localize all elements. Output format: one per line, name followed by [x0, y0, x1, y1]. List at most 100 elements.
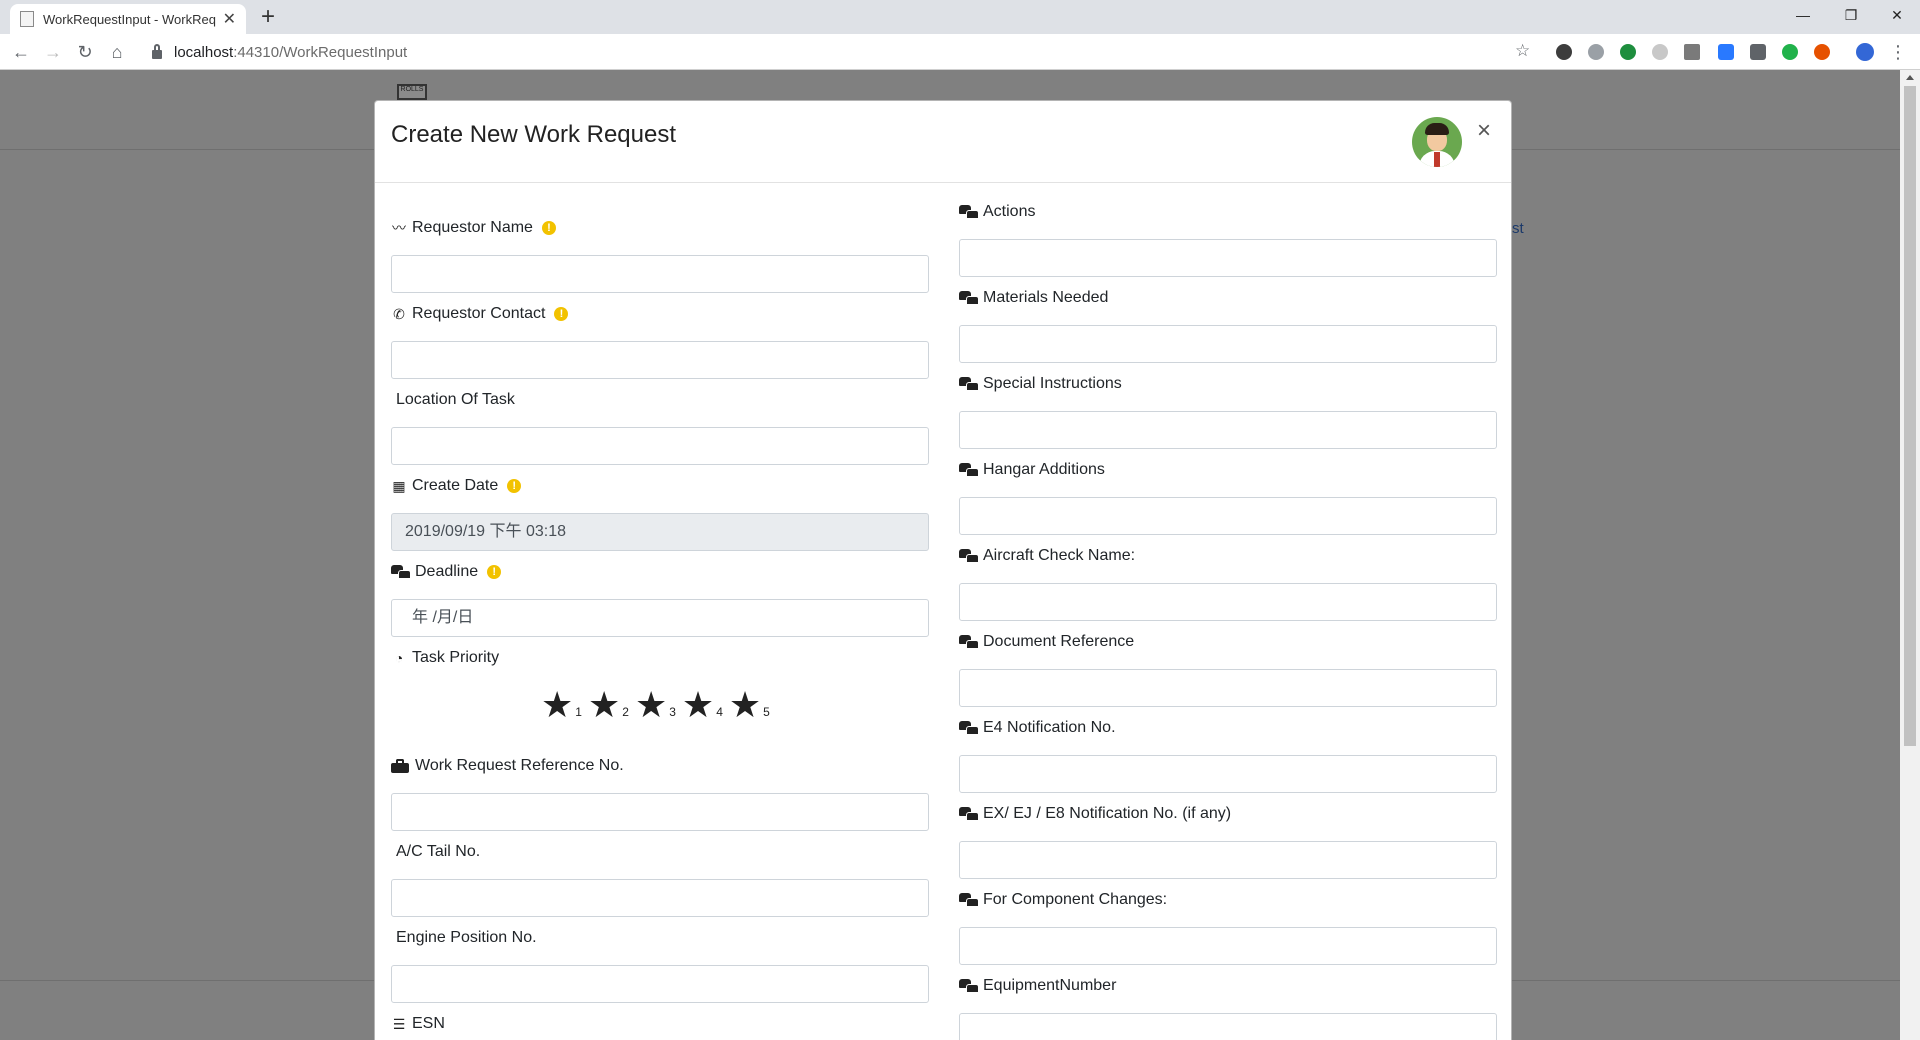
- page-link[interactable]: st: [1512, 220, 1524, 237]
- document-reference-input[interactable]: [959, 669, 1497, 707]
- extension-icon[interactable]: [1684, 44, 1700, 60]
- field-label: Materials Needed: [983, 289, 1109, 306]
- location-of-task-input[interactable]: [391, 427, 929, 465]
- page-favicon-icon: [20, 11, 34, 27]
- restore-button[interactable]: ❐: [1828, 0, 1874, 30]
- field-label: Actions: [983, 203, 1036, 220]
- ac-tail-no-input[interactable]: [391, 879, 929, 917]
- extension-icon[interactable]: [1620, 44, 1636, 60]
- field-label: A/C Tail No.: [396, 843, 481, 860]
- bookmark-star-icon[interactable]: ☆: [1515, 41, 1530, 61]
- engine-position-no-field: Engine Position No.: [391, 927, 929, 1003]
- cars-icon: [959, 549, 979, 563]
- materials-needed-input[interactable]: [959, 325, 1497, 363]
- create-date-input: 2019/09/19 下午 03:18: [391, 513, 929, 551]
- reload-icon[interactable]: ↻: [73, 40, 97, 64]
- aircraft-check-name-input[interactable]: [959, 583, 1497, 621]
- field-label: Work Request Reference No.: [415, 757, 624, 774]
- priority-star-3[interactable]: ★ 3: [635, 687, 676, 723]
- special-instructions-input[interactable]: [959, 411, 1497, 449]
- scrollbar-thumb[interactable]: [1904, 86, 1916, 746]
- ex-ej-e8-notification-field: EX/ EJ / E8 Notification No. (if any): [959, 803, 1497, 879]
- field-label: Hangar Additions: [983, 461, 1105, 478]
- ex-ej-e8-notification-input[interactable]: [959, 841, 1497, 879]
- e4-notification-input[interactable]: [959, 755, 1497, 793]
- field-label: Create Date: [412, 477, 499, 494]
- hangar-additions-input[interactable]: [959, 497, 1497, 535]
- cars-icon: [959, 721, 979, 735]
- minimize-button[interactable]: —: [1780, 0, 1826, 30]
- field-label: Requestor Contact: [412, 305, 546, 322]
- home-icon[interactable]: ⌂: [105, 40, 129, 64]
- extension-icon[interactable]: [1556, 44, 1572, 60]
- field-label: EX/ EJ / E8 Notification No. (if any): [983, 805, 1232, 822]
- lock-icon: [152, 43, 162, 59]
- tab-close-icon[interactable]: ✕: [223, 9, 236, 29]
- address-bar[interactable]: localhost:44310/WorkRequestInput: [142, 39, 1527, 65]
- aircraft-check-name-field: Aircraft Check Name:: [959, 545, 1497, 621]
- priority-star-2[interactable]: ★ 2: [588, 687, 629, 723]
- hangar-additions-field: Hangar Additions: [959, 459, 1497, 535]
- ac-tail-no-field: A/C Tail No.: [391, 841, 929, 917]
- actions-input[interactable]: [959, 239, 1497, 277]
- engine-position-no-input[interactable]: [391, 965, 929, 1003]
- forward-arrow-icon[interactable]: →: [41, 40, 65, 64]
- cars-icon: [959, 205, 979, 219]
- phone-icon: ✆: [393, 306, 405, 322]
- star-icon: ★: [728, 684, 762, 725]
- browser-tab[interactable]: WorkRequestInput - WorkReq ✕: [10, 4, 246, 34]
- extension-icon[interactable]: [1718, 44, 1734, 60]
- field-label: Engine Position No.: [396, 929, 537, 946]
- extension-icon[interactable]: [1588, 44, 1604, 60]
- cars-icon: [959, 377, 979, 391]
- esn-field: ☰ ESN: [391, 1013, 929, 1035]
- priority-star-4[interactable]: ★ 4: [682, 687, 723, 723]
- url-host: localhost: [174, 43, 234, 61]
- field-label: EquipmentNumber: [983, 977, 1117, 994]
- cars-icon: [959, 893, 979, 907]
- gauge-icon: ◔: [394, 650, 404, 666]
- menu-dots-icon[interactable]: ⋮: [1886, 40, 1910, 64]
- priority-star-rating: ★ 1 ★ 2 ★ 3 ★ 4 ★ 5: [541, 683, 781, 723]
- info-icon: !: [554, 307, 569, 321]
- extension-icon[interactable]: [1782, 44, 1798, 60]
- extension-icon[interactable]: [1814, 44, 1830, 60]
- new-tab-button[interactable]: +: [254, 5, 282, 31]
- requestor-contact-input[interactable]: [391, 341, 929, 379]
- page-scrollbar[interactable]: [1900, 70, 1920, 1040]
- equipment-number-input[interactable]: [959, 1013, 1497, 1040]
- priority-star-1[interactable]: ★ 1: [541, 687, 582, 723]
- cars-icon: [959, 635, 979, 649]
- modal-title: Create New Work Request: [391, 121, 676, 148]
- field-label: Document Reference: [983, 633, 1135, 650]
- field-label: Location Of Task: [396, 391, 515, 408]
- create-work-request-modal: Create New Work Request × 〰 Requestor Na…: [374, 100, 1512, 1040]
- actions-field: Actions: [959, 201, 1497, 277]
- work-request-reference-input[interactable]: [391, 793, 929, 831]
- field-label: Aircraft Check Name:: [983, 547, 1136, 564]
- field-label: E4 Notification No.: [983, 719, 1116, 736]
- special-instructions-field: Special Instructions: [959, 373, 1497, 449]
- signature-icon: 〰: [392, 220, 406, 236]
- requestor-contact-field: ✆ Requestor Contact !: [391, 303, 929, 379]
- create-date-field: ▦ Create Date ! 2019/09/19 下午 03:18: [391, 475, 929, 551]
- profile-avatar[interactable]: [1856, 43, 1874, 61]
- requestor-name-field: 〰 Requestor Name !: [391, 217, 929, 293]
- deadline-date-input[interactable]: 年 /月/日: [391, 599, 929, 637]
- window-close-button[interactable]: ✕: [1874, 0, 1920, 30]
- info-icon: !: [487, 565, 502, 579]
- star-icon: ★: [634, 684, 668, 725]
- field-label: Requestor Name: [412, 219, 533, 236]
- location-of-task-field: Location Of Task: [391, 389, 929, 465]
- requestor-name-input[interactable]: [391, 255, 929, 293]
- deadline-field: Deadline ! 年 /月/日: [391, 561, 929, 637]
- modal-close-button[interactable]: ×: [1477, 119, 1491, 143]
- extension-icon[interactable]: [1652, 44, 1668, 60]
- scroll-up-arrow-icon[interactable]: [1906, 75, 1914, 80]
- cars-icon: [959, 807, 979, 821]
- extension-icon[interactable]: [1750, 44, 1766, 60]
- star-icon: ★: [681, 684, 715, 725]
- priority-star-5[interactable]: ★ 5: [729, 687, 770, 723]
- back-arrow-icon[interactable]: ←: [9, 40, 33, 64]
- component-changes-input[interactable]: [959, 927, 1497, 965]
